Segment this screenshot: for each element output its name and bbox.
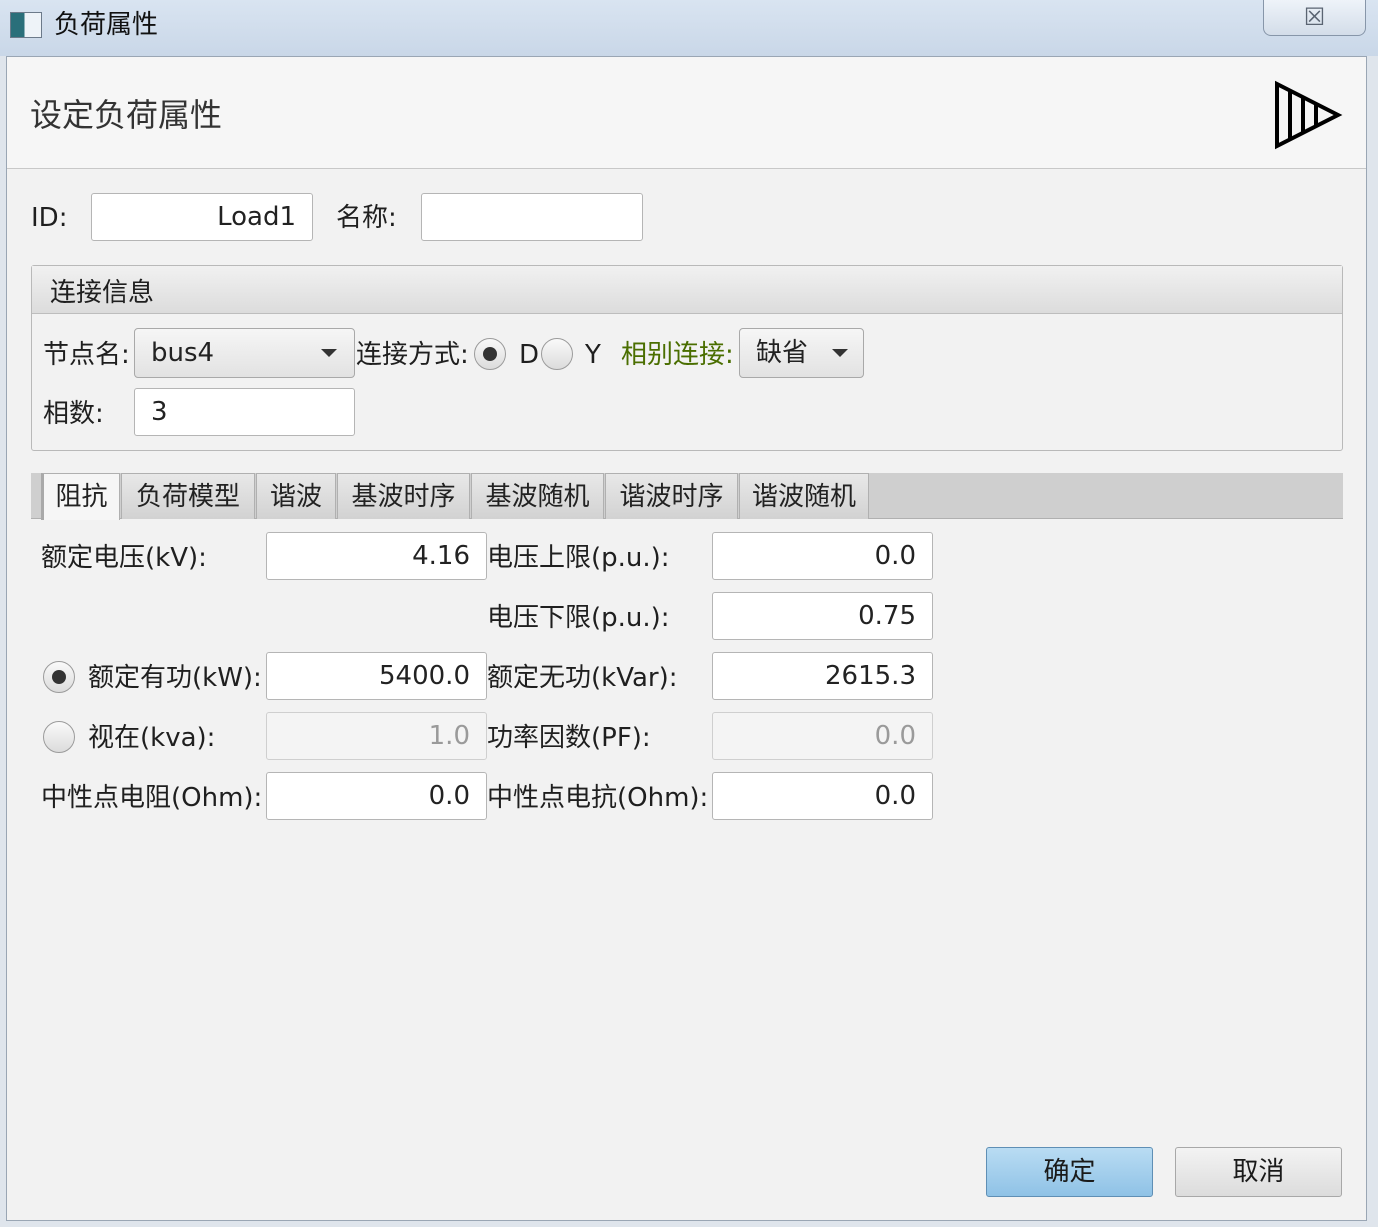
mode-y-radio[interactable] [541, 338, 573, 370]
tab-harmonic[interactable]: 谐波 [256, 473, 336, 519]
chevron-down-icon [832, 349, 848, 357]
window-app-icon [10, 12, 42, 38]
power-factor-input: 0.0 [712, 712, 933, 760]
voltage-min-input[interactable]: 0.75 [712, 592, 933, 640]
phase-connection-combobox[interactable]: 缺省 [739, 328, 864, 378]
mode-y-label: Y [585, 340, 601, 370]
apparent-power-label: 视在(kva): [88, 723, 216, 753]
tab-fundamental-timeseries[interactable]: 基波时序 [337, 473, 470, 519]
voltage-max-label: 电压上限(p.u.): [487, 543, 670, 573]
phases-input[interactable]: 3 [134, 388, 355, 436]
neutral-resistance-label: 中性点电阻(Ohm): [41, 783, 263, 813]
name-input[interactable] [421, 193, 643, 241]
phases-label: 相数: [43, 399, 104, 429]
name-label: 名称: [336, 203, 397, 233]
apparent-power-radio[interactable] [43, 721, 75, 753]
node-combobox-value: bus4 [151, 338, 215, 368]
rated-active-power-input[interactable]: 5400.0 [266, 652, 487, 700]
neutral-resistance-input[interactable]: 0.0 [266, 772, 487, 820]
title-bar [0, 0, 1378, 56]
neutral-reactance-input[interactable]: 0.0 [712, 772, 933, 820]
load-symbol-icon [1275, 80, 1343, 150]
page-title: 设定负荷属性 [30, 96, 223, 134]
id-label: ID: [31, 203, 68, 233]
rated-reactive-power-label: 额定无功(kVar): [487, 663, 678, 693]
tab-impedance[interactable]: 阻抗 [41, 473, 120, 520]
mode-d-label: D [519, 340, 540, 370]
tab-load-model[interactable]: 负荷模型 [121, 473, 255, 519]
tab-fundamental-random[interactable]: 基波随机 [471, 473, 604, 519]
tab-harmonic-timeseries[interactable]: 谐波时序 [605, 473, 738, 519]
rated-reactive-power-input[interactable]: 2615.3 [712, 652, 933, 700]
window-title: 负荷属性 [54, 10, 159, 40]
ok-button[interactable]: 确定 [986, 1147, 1153, 1197]
chevron-down-icon [321, 349, 337, 357]
phase-connection-value: 缺省 [756, 338, 809, 368]
radio-selected-dot [52, 670, 66, 684]
power-factor-label: 功率因数(PF): [487, 723, 651, 753]
mode-d-radio[interactable] [474, 338, 506, 370]
connection-group-header [32, 266, 1342, 314]
rated-power-radio[interactable] [43, 661, 75, 693]
rated-voltage-label: 额定电压(kV): [41, 543, 207, 573]
radio-selected-dot [483, 347, 497, 361]
connection-group-title: 连接信息 [50, 278, 155, 308]
neutral-reactance-label: 中性点电抗(Ohm): [487, 783, 709, 813]
tab-harmonic-random[interactable]: 谐波随机 [739, 473, 869, 519]
apparent-power-input: 1.0 [266, 712, 487, 760]
cancel-button[interactable]: 取消 [1175, 1147, 1342, 1197]
connection-mode-label: 连接方式: [356, 340, 469, 370]
node-combobox[interactable]: bus4 [134, 328, 355, 378]
voltage-max-input[interactable]: 0.0 [712, 532, 933, 580]
node-label: 节点名: [43, 340, 130, 370]
id-input[interactable]: Load1 [91, 193, 313, 241]
close-button[interactable]: ☒ [1263, 0, 1366, 36]
rated-voltage-input[interactable]: 4.16 [266, 532, 487, 580]
rated-active-power-label: 额定有功(kW): [88, 663, 262, 693]
voltage-min-label: 电压下限(p.u.): [487, 603, 670, 633]
phase-connection-label: 相别连接: [621, 340, 734, 370]
